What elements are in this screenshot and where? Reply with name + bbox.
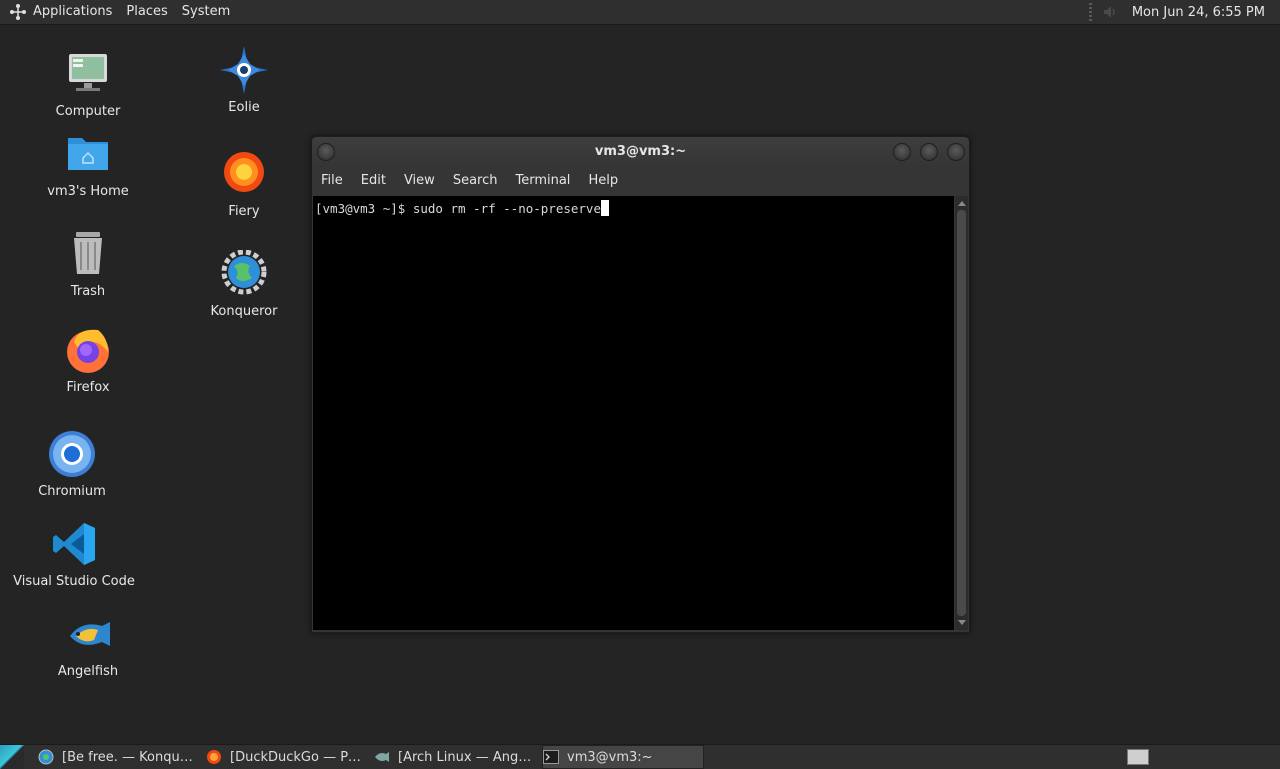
terminal-titlebar[interactable]: vm3@vm3:~: [312, 137, 969, 167]
firefox-icon: [67, 329, 109, 373]
menu-view[interactable]: View: [395, 167, 444, 195]
shell-prompt: [vm3@vm3 ~]$: [315, 201, 413, 216]
desktop-icon-vscode[interactable]: Visual Studio Code: [9, 520, 139, 590]
desktop-icon-firefox[interactable]: Firefox: [23, 326, 153, 396]
workspace-switcher[interactable]: [1127, 749, 1149, 765]
terminal-title: vm3@vm3:~: [594, 144, 687, 159]
text-cursor: [601, 200, 609, 216]
bottom-taskbar: [Be free. — Konquer… [DuckDuckGo — Pri… …: [0, 744, 1280, 769]
terminal-scrollbar[interactable]: [955, 196, 968, 630]
terminal-output[interactable]: [vm3@vm3 ~]$ sudo rm -rf --no-preserve: [313, 196, 954, 630]
applications-icon: [10, 4, 26, 20]
desktop-icon-chromium[interactable]: Chromium: [7, 430, 137, 500]
task-angelfish[interactable]: [Arch Linux — Angel…: [374, 746, 534, 768]
trash-icon: [74, 232, 102, 274]
task-label: [Be free. — Konquer…: [62, 749, 198, 765]
minimize-button[interactable]: [893, 143, 911, 161]
command-text: sudo rm -rf --no-preserve: [412, 201, 601, 216]
terminal-window[interactable]: vm3@vm3:~ File Edit View Search Terminal…: [311, 136, 970, 633]
desktop-icon-label: Konqueror: [210, 304, 278, 319]
konqueror-icon: [221, 250, 267, 295]
desktop-icon-konqueror[interactable]: Konqueror: [179, 250, 309, 320]
command-line: [vm3@vm3 ~]$ sudo rm -rf --no-preserve: [315, 200, 609, 216]
close-button[interactable]: [947, 143, 965, 161]
top-menu: Applications Places System: [0, 0, 237, 24]
eolie-icon: [220, 46, 268, 94]
task-konqueror[interactable]: [Be free. — Konquer…: [38, 746, 198, 768]
scroll-down-icon[interactable]: [958, 620, 966, 625]
applications-label: Applications: [33, 4, 113, 19]
system-menu[interactable]: System: [175, 0, 237, 24]
menu-terminal[interactable]: Terminal: [506, 167, 579, 195]
show-desktop-button[interactable]: [0, 745, 24, 769]
task-fiery[interactable]: [DuckDuckGo — Pri…: [206, 746, 366, 768]
desktop-icon-trash[interactable]: Trash: [23, 230, 153, 300]
desktop-icon-label: Firefox: [66, 380, 110, 395]
top-panel: Applications Places System Mon Jun 24, 6…: [0, 0, 1280, 25]
fiery-icon: [207, 750, 221, 764]
desktop-icon-computer[interactable]: Computer: [23, 50, 153, 120]
menu-edit[interactable]: Edit: [352, 167, 395, 195]
scrollbar-thumb[interactable]: [957, 210, 966, 616]
desktop-icon-label: Trash: [70, 284, 106, 299]
clock[interactable]: Mon Jun 24, 6:55 PM: [1132, 5, 1280, 20]
computer-icon: [69, 54, 107, 91]
desktop-icon-eolie[interactable]: Eolie: [179, 46, 309, 116]
panel-separator: [1088, 3, 1092, 21]
desktop-icon-angelfish[interactable]: Angelfish: [23, 610, 153, 680]
terminal-menubar: File Edit View Search Terminal Help: [312, 167, 969, 195]
angelfish-icon: [375, 752, 389, 762]
desktop-icon-home[interactable]: vm3's Home: [23, 130, 153, 200]
desktop-icon-label: Chromium: [38, 484, 106, 499]
task-label: [DuckDuckGo — Pri…: [230, 749, 366, 765]
desktop-icon-label: Eolie: [228, 100, 260, 115]
places-menu[interactable]: Places: [119, 0, 174, 24]
menu-help[interactable]: Help: [579, 167, 627, 195]
fiery-icon: [224, 152, 264, 192]
menu-file[interactable]: File: [312, 167, 352, 195]
konqueror-icon: [38, 749, 54, 765]
desktop-icon-fiery[interactable]: Fiery: [179, 150, 309, 220]
task-label: vm3@vm3:~: [567, 749, 653, 765]
scroll-up-icon[interactable]: [958, 201, 966, 206]
desktop-icon-label: Visual Studio Code: [13, 574, 135, 589]
chromium-icon: [49, 431, 95, 477]
panel-tray: Mon Jun 24, 6:55 PM: [1088, 0, 1280, 24]
desktop-icon-label: Computer: [55, 104, 121, 119]
task-label: [Arch Linux — Angel…: [398, 749, 534, 765]
angelfish-icon: [70, 622, 110, 646]
menu-search[interactable]: Search: [444, 167, 507, 195]
terminal-icon: [543, 750, 559, 764]
volume-icon[interactable]: [1102, 4, 1118, 20]
desktop-icon-label: vm3's Home: [47, 184, 129, 199]
task-terminal[interactable]: vm3@vm3:~: [542, 745, 704, 769]
applications-menu[interactable]: Applications: [0, 0, 119, 24]
vscode-icon: [53, 523, 95, 565]
home-folder-icon: [68, 138, 108, 170]
maximize-button[interactable]: [920, 143, 938, 161]
desktop-icon-label: Fiery: [228, 204, 260, 219]
desktop-icon-label: Angelfish: [57, 664, 119, 679]
